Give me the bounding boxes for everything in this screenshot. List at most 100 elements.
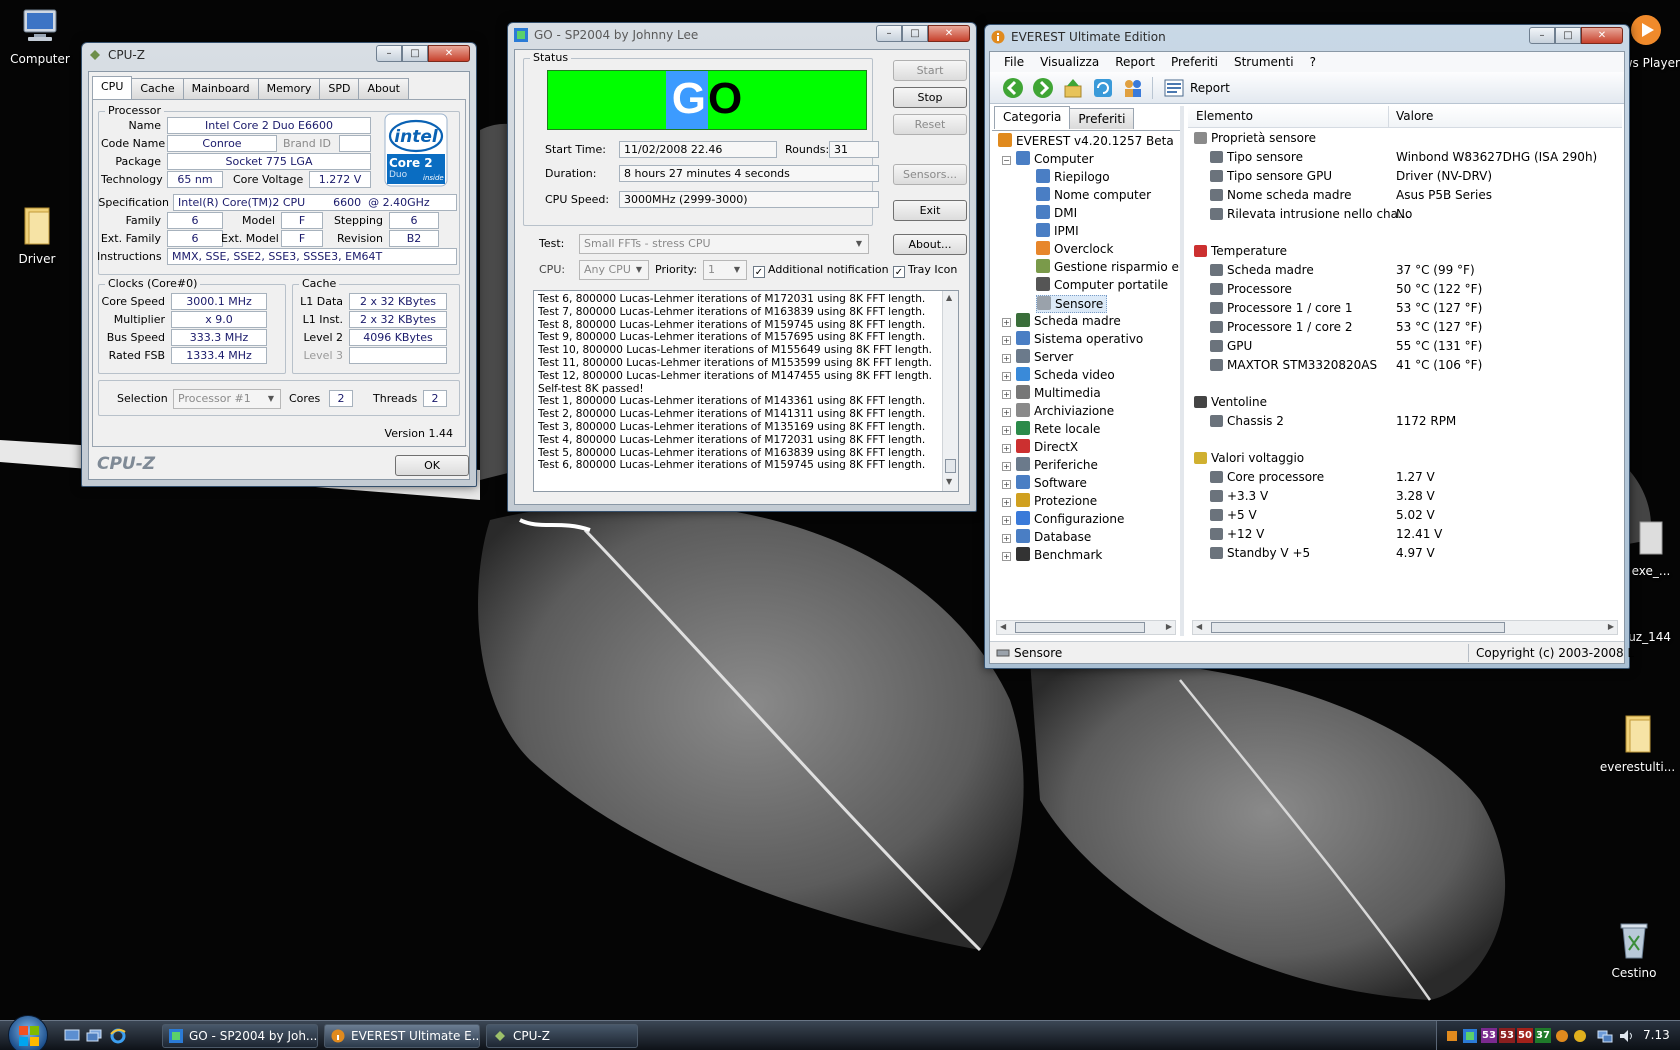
tray-info-icon[interactable] (1573, 1029, 1587, 1043)
tab-preferiti[interactable]: Preferiti (1069, 108, 1135, 129)
list-item[interactable]: Chassis 2 (1210, 413, 1284, 430)
tree-item-protezione[interactable]: Protezione (1016, 493, 1097, 509)
internet-explorer-icon[interactable] (110, 1028, 126, 1044)
tree-item-database[interactable]: Database (1016, 529, 1091, 545)
tree-item-riepilogo[interactable]: Riepilogo (1036, 169, 1110, 185)
tree-item-ipmi[interactable]: IPMI (1036, 223, 1079, 239)
expand-toggle[interactable]: + (1002, 408, 1011, 417)
list-item[interactable]: Standby V +5 (1210, 545, 1310, 562)
about-button[interactable]: About... (893, 234, 967, 255)
tree-item-dmi[interactable]: DMI (1036, 205, 1077, 221)
desktop-icon-recycle-bin[interactable]: Cestino (1594, 918, 1674, 980)
tree-item-computer-portatile[interactable]: Computer portatile (1036, 277, 1168, 293)
tree-root[interactable]: EVEREST v4.20.1257 Beta (998, 133, 1174, 149)
volume-icon[interactable] (1619, 1029, 1635, 1043)
sp2004-titlebar[interactable]: GO - SP2004 by Johnny Lee – □ ✕ (508, 23, 976, 47)
tree-item-multimedia[interactable]: Multimedia (1016, 385, 1101, 401)
expand-toggle[interactable]: + (1002, 426, 1011, 435)
tray-app-icon[interactable] (1445, 1029, 1459, 1043)
everest-titlebar[interactable]: EVEREST Ultimate Edition – □ ✕ (985, 25, 1629, 49)
tray-temp-4[interactable]: 37 (1535, 1028, 1551, 1043)
tab-cpu[interactable]: CPU (92, 76, 133, 99)
tray-temp-3[interactable]: 50 (1517, 1028, 1533, 1043)
menu-strumenti[interactable]: Strumenti (1226, 52, 1302, 72)
stop-button[interactable]: Stop (893, 87, 967, 108)
expand-toggle[interactable]: + (1002, 534, 1011, 543)
cpu-select[interactable]: Any CPU ▼ (579, 260, 649, 280)
test-select[interactable]: Small FFTs - stress CPU ▼ (579, 234, 869, 254)
menu-help[interactable]: ? (1302, 52, 1324, 72)
taskbar-item-sp2004[interactable]: GO - SP2004 by Joh... (162, 1024, 318, 1048)
expand-toggle[interactable]: + (1002, 354, 1011, 363)
column-element[interactable]: Elemento (1196, 109, 1253, 123)
column-value[interactable]: Valore (1396, 109, 1433, 123)
tray-temp-1[interactable]: 53 (1481, 1028, 1497, 1043)
forward-icon[interactable] (1032, 77, 1054, 99)
maximize-button[interactable]: □ (1555, 27, 1581, 44)
close-button[interactable]: ✕ (928, 25, 970, 42)
minimize-button[interactable]: – (376, 45, 402, 62)
back-icon[interactable] (1002, 77, 1024, 99)
menu-visualizza[interactable]: Visualizza (1032, 52, 1107, 72)
list-item[interactable]: Nome scheda madre (1210, 187, 1352, 204)
tree-item-scheda-madre[interactable]: Scheda madre (1016, 313, 1121, 329)
maximize-button[interactable]: □ (902, 25, 928, 42)
list-item[interactable]: GPU (1210, 338, 1252, 355)
tree-item-configurazione[interactable]: Configurazione (1016, 511, 1124, 527)
tab-spd[interactable]: SPD (319, 78, 360, 99)
tray-temp-2[interactable]: 53 (1499, 1028, 1515, 1043)
maximize-button[interactable]: □ (402, 45, 428, 62)
processor-select[interactable]: Processor #1 ▼ (173, 389, 281, 409)
expand-toggle[interactable]: + (1002, 552, 1011, 561)
list-item[interactable]: Tipo sensore GPU (1210, 168, 1332, 185)
tray-icon-checkbox[interactable]: ✓ Tray Icon (893, 263, 957, 278)
list-hscrollbar[interactable]: ◀ ▶ (1192, 620, 1618, 635)
users-icon[interactable] (1122, 77, 1144, 99)
refresh-icon[interactable] (1092, 77, 1114, 99)
list-item[interactable]: Processore (1210, 281, 1292, 298)
tab-about[interactable]: About (358, 78, 409, 99)
tree-item-directx[interactable]: DirectX (1016, 439, 1078, 455)
tree-item-rete-locale[interactable]: Rete locale (1016, 421, 1100, 437)
minimize-button[interactable]: – (876, 25, 902, 42)
close-button[interactable]: ✕ (428, 45, 470, 62)
tray-sp2004-icon[interactable] (1463, 1029, 1477, 1043)
tree-item-scheda-video[interactable]: Scheda video (1016, 367, 1115, 383)
expand-toggle[interactable]: + (1002, 444, 1011, 453)
tray-everest-icon[interactable] (1555, 1029, 1569, 1043)
sp2004-window[interactable]: GO - SP2004 by Johnny Lee – □ ✕ Status G… (507, 22, 977, 512)
log-scrollbar[interactable]: ▲ ▼ (942, 291, 958, 491)
menu-preferiti[interactable]: Preferiti (1163, 52, 1226, 72)
report-button[interactable]: Report (1160, 76, 1236, 100)
ok-button[interactable]: OK (395, 455, 469, 476)
expand-toggle[interactable]: + (1002, 318, 1011, 327)
list-item[interactable]: MAXTOR STM3320820AS (1210, 357, 1377, 374)
tree-item-nome-computer[interactable]: Nome computer (1036, 187, 1151, 203)
tree-item-computer[interactable]: Computer (1016, 151, 1094, 167)
expand-toggle[interactable]: + (1002, 390, 1011, 399)
tree-item-gestione-risparmio-ene[interactable]: Gestione risparmio ene (1036, 259, 1180, 275)
list-item[interactable]: Scheda madre (1210, 262, 1314, 279)
clock[interactable]: 7.13 (1643, 1028, 1670, 1042)
tree-hscrollbar[interactable]: ◀ ▶ (996, 620, 1176, 635)
expand-toggle[interactable]: + (1002, 462, 1011, 471)
list-item[interactable]: Core processore (1210, 469, 1324, 486)
tree-item-server[interactable]: Server (1016, 349, 1073, 365)
list-item[interactable]: Rilevata intrusione nello cha... (1210, 206, 1409, 223)
tab-memory[interactable]: Memory (257, 78, 321, 99)
sensors-button[interactable]: Sensors... (893, 164, 967, 185)
close-button[interactable]: ✕ (1581, 27, 1623, 44)
expand-toggle[interactable]: + (1002, 516, 1011, 525)
list-item[interactable]: +12 V (1210, 526, 1264, 543)
tab-categoria[interactable]: Categoria (994, 106, 1071, 129)
test-log[interactable]: Test 6, 800000 Lucas-Lehmer iterations o… (533, 290, 959, 492)
cpuz-window[interactable]: CPU-Z – □ ✕ CPU Cache Mainboard Memory S… (81, 42, 477, 487)
tree-item-archiviazione[interactable]: Archiviazione (1016, 403, 1114, 419)
tree-item-benchmark[interactable]: Benchmark (1016, 547, 1102, 563)
reset-button[interactable]: Reset (893, 114, 967, 135)
taskbar-item-everest[interactable]: EVEREST Ultimate E... (324, 1024, 480, 1048)
desktop-icon-everest[interactable]: everestulti... (1595, 712, 1680, 774)
menu-report[interactable]: Report (1107, 52, 1163, 72)
start-button[interactable] (8, 1015, 48, 1050)
tree-item-sistema-operativo[interactable]: Sistema operativo (1016, 331, 1143, 347)
